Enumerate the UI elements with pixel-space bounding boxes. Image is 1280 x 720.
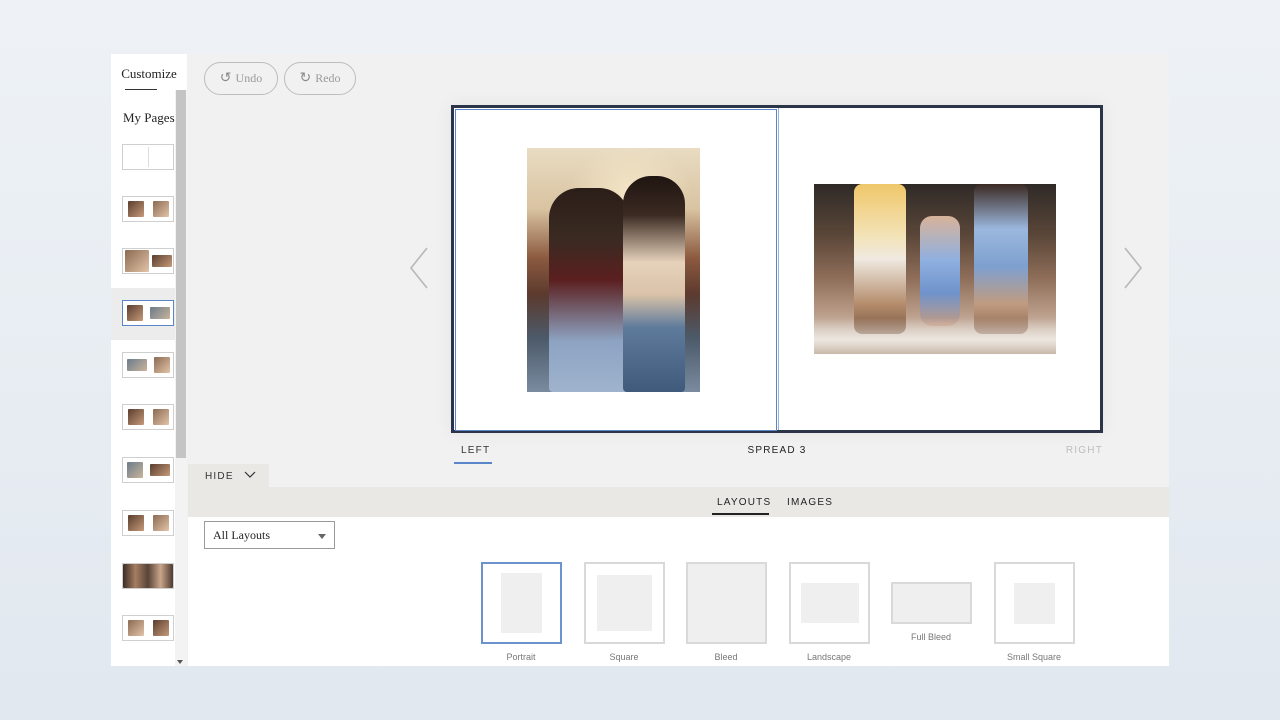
redo-label: Redo	[315, 71, 341, 85]
sidebar-scrollbar-thumb[interactable]	[176, 90, 186, 458]
layout-option-portrait[interactable]	[481, 562, 562, 644]
tab-layouts[interactable]: LAYOUTS	[717, 497, 771, 508]
tab-customize-underline	[125, 89, 157, 90]
page-thumbnail-spread-8[interactable]	[111, 557, 175, 609]
page-thumbnail-spread-5[interactable]	[111, 398, 175, 450]
layout-option-square[interactable]	[584, 562, 665, 644]
undo-icon: ↺	[219, 71, 232, 86]
layout-option-small-square[interactable]	[994, 562, 1075, 644]
my-pages-heading: My Pages	[123, 110, 175, 125]
dropdown-caret-icon	[318, 534, 326, 539]
page-thumbnail-spread-2[interactable]	[111, 241, 175, 293]
tab-customize[interactable]: Customize	[111, 66, 187, 82]
page-thumbnail-spread-4[interactable]	[111, 346, 175, 398]
undo-button[interactable]: ↺ Undo	[204, 62, 278, 95]
layout-label-small-square: Small Square	[1006, 652, 1062, 662]
redo-button[interactable]: ↻ Redo	[284, 62, 356, 95]
tab-images[interactable]: IMAGES	[787, 497, 833, 508]
hide-panel-button[interactable]: HIDE	[188, 464, 269, 488]
layout-label-bleed: Bleed	[714, 652, 738, 662]
right-page-tab[interactable]: RIGHT	[1066, 445, 1103, 456]
photo-book-editor: Customize My Pages ↺ Undo ↻ Redo LEFT SP…	[111, 54, 1169, 666]
book-spread	[451, 105, 1103, 433]
left-page-tab-underline	[454, 462, 492, 464]
couple-photo[interactable]	[527, 148, 700, 392]
layout-label-full-bleed: Full Bleed	[910, 632, 952, 642]
layouts-panel: All Layouts Portrait Square Bleed Landsc…	[188, 517, 1169, 666]
layout-filter-select[interactable]: All Layouts	[204, 521, 335, 549]
family-beach-photo[interactable]	[814, 184, 1056, 354]
book-spine	[778, 108, 779, 430]
tab-layouts-underline	[712, 513, 769, 515]
page-thumbnail-spread-1[interactable]	[111, 189, 175, 241]
spread-page-selector: LEFT SPREAD 3 RIGHT	[451, 443, 1103, 465]
layout-label-landscape: Landscape	[806, 652, 852, 662]
layout-option-bleed[interactable]	[686, 562, 767, 644]
next-spread-arrow-icon[interactable]	[1123, 246, 1143, 290]
layout-label-square: Square	[609, 652, 639, 662]
layout-option-full-bleed[interactable]	[891, 582, 972, 624]
sidebar: Customize My Pages	[111, 54, 187, 666]
layout-label-portrait: Portrait	[506, 652, 536, 662]
redo-icon: ↻	[299, 71, 312, 86]
spread-number: SPREAD 3	[747, 445, 807, 456]
layout-filter-value: All Layouts	[213, 527, 270, 542]
scroll-down-arrow-icon[interactable]	[177, 660, 183, 664]
panel-tabs: LAYOUTS IMAGES	[188, 487, 1169, 517]
chevron-down-icon	[244, 471, 256, 482]
hide-label: HIDE	[205, 470, 234, 482]
page-thumbnail-spread-7[interactable]	[111, 504, 175, 556]
page-thumbnail-spread-9[interactable]	[111, 609, 175, 661]
page-thumbnail-cover[interactable]	[111, 138, 175, 190]
page-thumbnail-spread-6[interactable]	[111, 451, 175, 503]
sidebar-scrollbar[interactable]	[175, 90, 187, 666]
previous-spread-arrow-icon[interactable]	[409, 246, 429, 290]
layout-option-landscape[interactable]	[789, 562, 870, 644]
undo-label: Undo	[235, 71, 263, 85]
page-thumbnail-spread-3[interactable]	[111, 288, 175, 340]
